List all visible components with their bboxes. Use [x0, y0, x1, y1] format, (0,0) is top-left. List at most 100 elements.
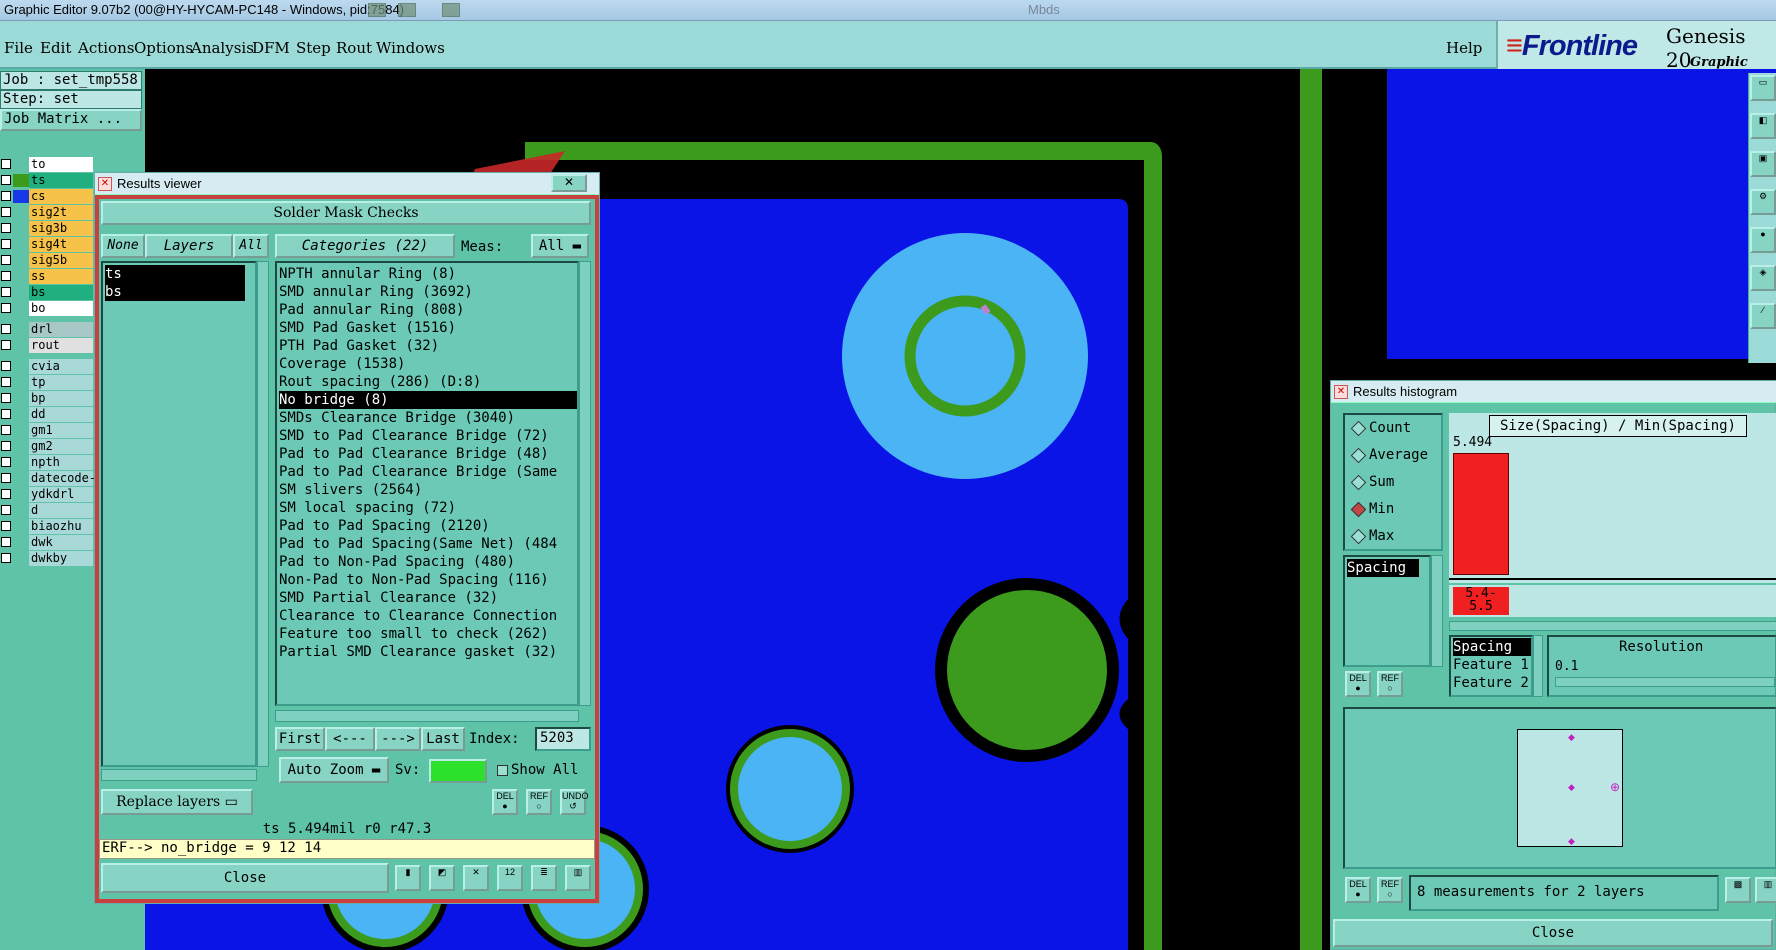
menu-help[interactable]: Help	[1446, 39, 1482, 57]
layer-row-npth[interactable]: npth	[0, 455, 93, 470]
index-input[interactable]: 5203	[535, 727, 591, 751]
measure-list-box[interactable]: Spacing	[1343, 555, 1431, 667]
menu-analysis[interactable]: Analysis	[191, 39, 254, 57]
taskbar-icon[interactable]	[442, 3, 460, 17]
show-all-checkbox[interactable]	[497, 765, 508, 776]
layer-checkbox[interactable]	[1, 239, 11, 249]
menu-actions[interactable]: Actions	[78, 39, 134, 57]
close-icon[interactable]: ✕	[551, 174, 587, 192]
del-icon[interactable]: DEL ●	[1345, 877, 1371, 903]
category-item[interactable]: PTH Pad Gasket (32)	[279, 337, 577, 355]
category-item[interactable]: SMD Pad Gasket (1516)	[279, 319, 577, 337]
layer-row-sig4t[interactable]: sig4t	[0, 237, 93, 252]
layer-row-ydkdrl[interactable]: ydkdrl	[0, 487, 93, 502]
layer-row-rout[interactable]: rout	[0, 338, 93, 353]
category-item[interactable]: No bridge (8)	[279, 391, 577, 409]
categories-list-box[interactable]: NPTH annular Ring (8) SMD annular Ring (3…	[275, 261, 579, 706]
layer-row-datecode-[interactable]: datecode-	[0, 471, 96, 486]
list-item[interactable]: Feature 1	[1453, 656, 1531, 674]
ref-icon[interactable]: REF ○	[1377, 671, 1403, 697]
auto-zoom-dropdown[interactable]: Auto Zoom ▬	[279, 757, 389, 783]
fields-scrollbar[interactable]	[1533, 635, 1543, 697]
layer-checkbox[interactable]	[1, 159, 11, 169]
chart-icon[interactable]: ▩	[1725, 877, 1751, 903]
tool-button[interactable]: ◈	[1750, 265, 1776, 291]
list-item[interactable]: Spacing	[1453, 638, 1531, 656]
tool-button[interactable]: ▭	[1750, 75, 1776, 101]
mode-radio[interactable]	[1350, 447, 1367, 464]
all-button[interactable]: All	[233, 234, 269, 258]
list-item[interactable]: bs	[105, 283, 245, 301]
del-icon[interactable]: DEL ●	[1345, 671, 1371, 697]
category-item[interactable]: SM local spacing (72)	[279, 499, 577, 517]
layer-row-dd[interactable]: dd	[0, 407, 93, 422]
layer-checkbox[interactable]	[1, 377, 11, 387]
category-item[interactable]: Pad to Pad Clearance Bridge (48)	[279, 445, 577, 463]
histogram-bar[interactable]	[1453, 453, 1509, 575]
layer-checkbox[interactable]	[1, 537, 11, 547]
histogram-icon[interactable]: ▥	[565, 865, 591, 891]
layers-scrollbar[interactable]	[257, 261, 269, 767]
taskbar-icon[interactable]	[368, 3, 386, 17]
graph-icon[interactable]: ◩	[429, 865, 455, 891]
tool-button[interactable]: ◧	[1750, 113, 1776, 139]
layers-list-box[interactable]: ts bs	[101, 261, 257, 767]
layer-checkbox[interactable]	[1, 271, 11, 281]
meas-dropdown[interactable]: All ▬	[531, 234, 589, 258]
category-item[interactable]: Rout spacing (286) (D:8)	[279, 373, 577, 391]
layer-row-dwk[interactable]: dwk	[0, 535, 93, 550]
undo-icon[interactable]: UNDO ↺	[560, 789, 589, 815]
mode-radio[interactable]	[1350, 474, 1367, 491]
menu-dfm[interactable]: DFM	[252, 39, 290, 57]
category-item[interactable]: Coverage (1538)	[279, 355, 577, 373]
menu-windows[interactable]: Windows	[376, 39, 445, 57]
replace-layers-dropdown[interactable]: Replace layers ▭	[101, 789, 253, 815]
layer-row-bs[interactable]: bs	[0, 285, 93, 300]
layer-row-to[interactable]: to	[0, 157, 93, 172]
layer-row-sig2t[interactable]: sig2t	[0, 205, 93, 220]
close-button[interactable]: Close	[1333, 919, 1773, 947]
tool-button[interactable]: ▣	[1750, 151, 1776, 177]
menu-file[interactable]: File	[4, 39, 33, 57]
category-item[interactable]: NPTH annular Ring (8)	[279, 265, 577, 283]
layers-button[interactable]: Layers	[145, 234, 233, 258]
layer-checkbox[interactable]	[1, 393, 11, 403]
fields-list-box[interactable]: Spacing Feature 1 Feature 2	[1449, 635, 1533, 697]
categories-scrollbar[interactable]	[579, 261, 591, 706]
measure-scrollbar[interactable]	[1431, 555, 1443, 667]
sv-color-dropdown[interactable]	[429, 759, 487, 783]
category-item[interactable]: Clearance to Clearance Connection	[279, 607, 577, 625]
layer-row-gm2[interactable]: gm2	[0, 439, 93, 454]
category-item[interactable]: Pad annular Ring (808)	[279, 301, 577, 319]
list-item[interactable]: Spacing	[1347, 559, 1419, 577]
layers-hscrollbar[interactable]	[101, 769, 257, 781]
cross-icon[interactable]: ✕	[463, 865, 489, 891]
menu-options[interactable]: Options	[134, 39, 193, 57]
categories-hscrollbar[interactable]	[275, 710, 579, 722]
flag-icon[interactable]: ▮	[395, 865, 421, 891]
layer-checkbox[interactable]	[1, 441, 11, 451]
category-item[interactable]: SMDs Clearance Bridge (3040)	[279, 409, 577, 427]
layer-row-sig5b[interactable]: sig5b	[0, 253, 93, 268]
layer-row-ss[interactable]: ss	[0, 269, 93, 284]
layer-row-sig3b[interactable]: sig3b	[0, 221, 93, 236]
layer-row-cvia[interactable]: cvia	[0, 359, 93, 374]
close-button[interactable]: Close	[101, 863, 389, 893]
category-item[interactable]: Pad to Pad Spacing (2120)	[279, 517, 577, 535]
tool-button[interactable]: ∕	[1750, 303, 1776, 329]
layer-row-dwkby[interactable]: dwkby	[0, 551, 93, 566]
tool-button[interactable]: ●	[1750, 227, 1776, 253]
layer-checkbox[interactable]	[1, 287, 11, 297]
mode-radio[interactable]	[1350, 420, 1367, 437]
mode-radio[interactable]	[1350, 528, 1367, 545]
list-item[interactable]: Feature 2	[1453, 674, 1531, 692]
next-button[interactable]: --->	[375, 727, 421, 751]
layer-checkbox[interactable]	[1, 361, 11, 371]
layer-checkbox[interactable]	[1, 255, 11, 265]
taskbar-icon[interactable]	[398, 3, 416, 17]
prev-button[interactable]: <---	[325, 727, 375, 751]
layer-row-cs[interactable]: cs	[0, 189, 93, 204]
layer-checkbox[interactable]	[1, 553, 11, 563]
histogram-hscrollbar[interactable]	[1449, 621, 1776, 631]
menu-rout[interactable]: Rout	[336, 39, 372, 57]
